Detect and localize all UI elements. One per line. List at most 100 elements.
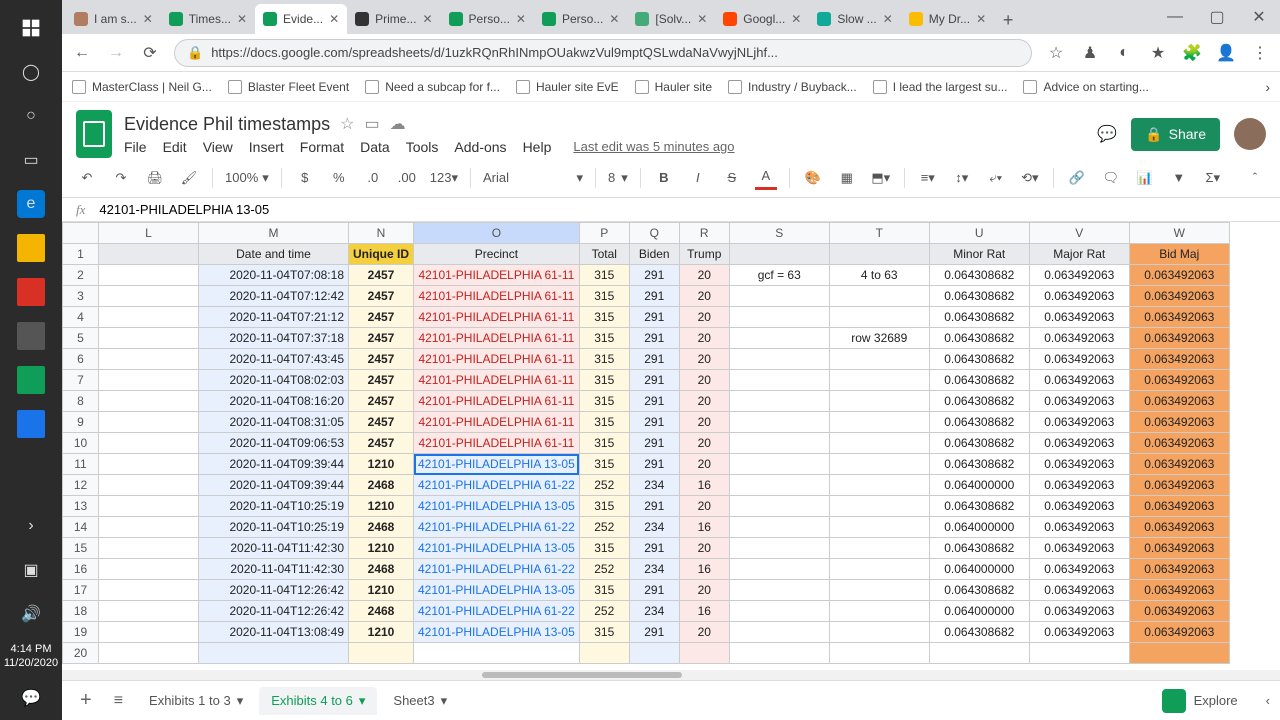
ext1-icon[interactable]: ♟ (1080, 43, 1100, 63)
menu-item[interactable]: View (203, 139, 233, 155)
table-row[interactable]: 192020-11-04T13:08:49121042101-PHILADELP… (63, 622, 1230, 643)
explore-icon[interactable] (1162, 689, 1186, 713)
ext2-icon[interactable]: ◐ (1114, 43, 1134, 63)
functions-button[interactable]: Σ▾ (1202, 166, 1224, 190)
close-tab-icon[interactable]: ✕ (237, 12, 247, 26)
paint-format-button[interactable]: 🖌 (178, 166, 200, 190)
browser-tab[interactable]: Times...✕ (161, 4, 255, 34)
sheet-tab[interactable]: Exhibits 1 to 3 ▾ (137, 687, 255, 715)
halign-button[interactable]: ≡▾ (917, 166, 939, 190)
volume-icon[interactable]: 🔊 (17, 600, 45, 628)
close-tab-icon[interactable]: ✕ (976, 12, 986, 26)
menu-item[interactable]: Data (360, 139, 390, 155)
app2-icon[interactable] (17, 322, 45, 350)
table-row[interactable]: 72020-11-04T08:02:03245742101-PHILADELPH… (63, 370, 1230, 391)
last-edit[interactable]: Last edit was 5 minutes ago (573, 139, 734, 154)
print-button[interactable]: 🖨 (144, 166, 166, 190)
menu-item[interactable]: Edit (163, 139, 187, 155)
close-tab-icon[interactable]: ✕ (422, 12, 432, 26)
edge-icon[interactable]: e (17, 190, 45, 218)
close-tab-icon[interactable]: ✕ (516, 12, 526, 26)
app-icon[interactable] (17, 278, 45, 306)
address-bar[interactable]: 🔒 https://docs.google.com/spreadsheets/d… (174, 39, 1032, 67)
side-panel-toggle[interactable]: ‹ (1266, 693, 1270, 708)
browser-tab[interactable]: Prime...✕ (347, 4, 440, 34)
browser-tab[interactable]: I am s...✕ (66, 4, 161, 34)
bookmark-item[interactable]: Hauler site EvE (516, 80, 619, 94)
currency-button[interactable]: $ (294, 166, 316, 190)
star-icon[interactable]: ☆ (340, 114, 354, 134)
expand-icon[interactable]: › (17, 512, 45, 540)
valign-button[interactable]: ↕▾ (951, 166, 973, 190)
browser-tab[interactable]: Perso...✕ (534, 4, 627, 34)
menu-item[interactable]: Format (300, 139, 344, 155)
close-tab-icon[interactable]: ✕ (791, 12, 801, 26)
table-row[interactable]: 22020-11-04T07:08:18245742101-PHILADELPH… (63, 265, 1230, 286)
spreadsheet-grid[interactable]: LMNOPQRSTUVW1Date and timeUnique IDPreci… (62, 222, 1280, 670)
table-row[interactable]: 62020-11-04T07:43:45245742101-PHILADELPH… (63, 349, 1230, 370)
start-icon[interactable] (17, 14, 45, 42)
menu-item[interactable]: File (124, 139, 147, 155)
bold-button[interactable]: B (653, 166, 675, 190)
extensions-icon[interactable]: 🧩 (1182, 43, 1202, 63)
profile-icon[interactable]: 👤 (1216, 43, 1236, 63)
bookmark-item[interactable]: Industry / Buyback... (728, 80, 857, 94)
menu-item[interactable]: Tools (406, 139, 439, 155)
table-row[interactable]: 92020-11-04T08:31:05245742101-PHILADELPH… (63, 412, 1230, 433)
explorer-icon[interactable] (17, 234, 45, 262)
table-row[interactable]: 132020-11-04T10:25:19121042101-PHILADELP… (63, 496, 1230, 517)
all-sheets-button[interactable]: ≡ (106, 692, 131, 710)
bookmark-star-icon[interactable]: ☆ (1046, 43, 1066, 63)
browser-menu-icon[interactable]: ⋮ (1250, 43, 1270, 63)
add-sheet-button[interactable]: + (72, 689, 100, 712)
menu-item[interactable]: Add-ons (454, 139, 506, 155)
dec-decrease-button[interactable]: .0 (362, 166, 384, 190)
sheets-logo-icon[interactable] (76, 110, 112, 158)
browser-tab[interactable]: Googl...✕ (715, 4, 809, 34)
chevron-down-icon[interactable]: ▾ (237, 693, 244, 709)
rotate-button[interactable]: ⟲▾ (1019, 166, 1041, 190)
italic-button[interactable]: I (687, 166, 709, 190)
reload-button[interactable]: ⟳ (140, 43, 160, 63)
clock[interactable]: 4:14 PM11/20/2020 (4, 642, 58, 670)
app4-icon[interactable] (17, 410, 45, 438)
comments-icon[interactable]: 💬 (1097, 124, 1117, 144)
close-tab-icon[interactable]: ✕ (609, 12, 619, 26)
sheet-tab[interactable]: Exhibits 4 to 6 ▾ (259, 687, 377, 715)
zoom-select[interactable]: 100% ▾ (225, 170, 269, 186)
taskview-icon[interactable]: ▭ (17, 146, 45, 174)
close-tab-icon[interactable]: ✕ (143, 12, 153, 26)
bookmark-item[interactable]: Need a subcap for f... (365, 80, 500, 94)
chevron-down-icon[interactable]: ▾ (359, 693, 366, 709)
text-color-button[interactable]: A (755, 166, 777, 190)
bookmarks-overflow-icon[interactable]: › (1265, 79, 1270, 95)
menu-item[interactable]: Insert (249, 139, 284, 155)
chart-button[interactable]: 📊 (1134, 166, 1156, 190)
table-row[interactable]: 32020-11-04T07:12:42245742101-PHILADELPH… (63, 286, 1230, 307)
browser-tab[interactable]: Slow ...✕ (809, 4, 900, 34)
bookmark-item[interactable]: I lead the largest su... (873, 80, 1008, 94)
close-tab-icon[interactable]: ✕ (329, 12, 339, 26)
table-row[interactable]: 52020-11-04T07:37:18245742101-PHILADELPH… (63, 328, 1230, 349)
menu-item[interactable]: Help (523, 139, 552, 155)
browser-tab[interactable]: [Solv...✕ (627, 4, 715, 34)
close-tab-icon[interactable]: ✕ (883, 12, 893, 26)
font-size-select[interactable]: 8 ▾ (608, 170, 628, 186)
horizontal-scrollbar[interactable] (62, 670, 1280, 680)
doc-title[interactable]: Evidence Phil timestamps (124, 114, 330, 135)
browser-tab[interactable]: Perso...✕ (441, 4, 534, 34)
strike-button[interactable]: S (721, 166, 743, 190)
table-row[interactable]: 42020-11-04T07:21:12245742101-PHILADELPH… (63, 307, 1230, 328)
wrap-button[interactable]: ⤶▾ (985, 166, 1007, 190)
close-tab-icon[interactable]: ✕ (697, 12, 707, 26)
percent-button[interactable]: % (328, 166, 350, 190)
bookmark-item[interactable]: Advice on starting... (1023, 80, 1148, 94)
table-row[interactable]: 172020-11-04T12:26:42121042101-PHILADELP… (63, 580, 1230, 601)
table-row[interactable]: 182020-11-04T12:26:42246842101-PHILADELP… (63, 601, 1230, 622)
new-tab-button[interactable]: + (994, 6, 1022, 34)
notifications-icon[interactable]: 💬 (17, 684, 45, 712)
account-avatar[interactable] (1234, 118, 1266, 150)
share-button[interactable]: 🔒 Share (1131, 118, 1220, 151)
tray-icon[interactable]: ▣ (17, 556, 45, 584)
close-window-button[interactable]: ✕ (1238, 0, 1280, 34)
